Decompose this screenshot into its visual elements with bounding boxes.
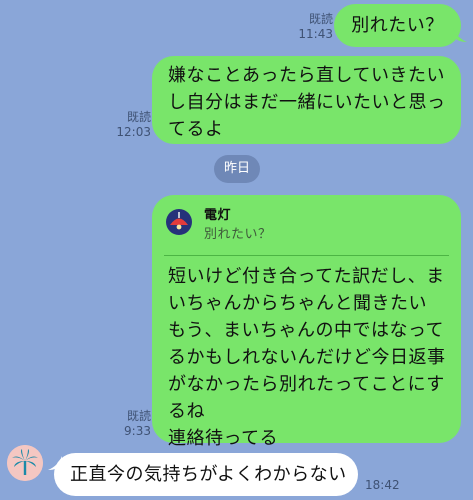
message-line: がなかったら別れたってことにす (168, 374, 445, 395)
message-text: 正直今の気持ちがよくわからない (70, 464, 347, 485)
timestamp: 11:43 (298, 27, 333, 41)
message-line: もう、まいちゃんの中ではなって (168, 320, 445, 341)
message-meta-1: 既読 11:43 (273, 12, 333, 42)
message-line: いちゃんからちゃんと聞きたい (168, 293, 427, 314)
message-bubble-1[interactable]: 別れたい？ (334, 4, 461, 47)
quote-text: 別れたい？ (204, 227, 272, 242)
message-bubble-2[interactable]: 嫌なことあったら直していきたい し自分はまだ一緒にいたいと思っ てるよ (152, 56, 461, 144)
message-line: 短いけど付き合ってた訳だし、ま (168, 266, 445, 287)
message-bubble-3[interactable]: 電灯 別れたい？ 短いけど付き合ってた訳だし、ま いちゃんからちゃんと聞きたい … (152, 195, 461, 449)
message-meta-3: 既読 9:33 (91, 409, 151, 439)
message-text: 別れたい？ (351, 15, 444, 36)
date-separator: 昨日 (214, 155, 260, 183)
message-line: し自分はまだ一緒にいたいと思っ (168, 92, 446, 113)
message-line: てるよ (168, 119, 224, 140)
lamp-avatar-icon (166, 209, 192, 235)
timestamp: 18:42 (365, 478, 400, 492)
read-receipt: 既読 (126, 110, 151, 124)
quoted-message[interactable]: 電灯 別れたい？ (164, 207, 449, 256)
read-receipt: 既読 (308, 12, 333, 26)
message-line: 連絡待ってる (168, 428, 279, 449)
message-bubble-4[interactable]: 正直今の気持ちがよくわからない (54, 453, 358, 496)
message-line: るかもしれないんだけど今日返事 (168, 347, 446, 368)
message-line: 嫌なことあったら直していきたい (168, 65, 445, 86)
timestamp: 12:03 (116, 125, 151, 139)
message-meta-2: 既読 12:03 (91, 110, 151, 140)
bubble-tail (453, 28, 467, 42)
read-receipt: 既読 (126, 409, 151, 423)
message-line: るね (168, 401, 205, 422)
quote-sender-name: 電灯 (204, 208, 232, 223)
message-body: 短いけど付き合ってた訳だし、ま いちゃんからちゃんと聞きたい もう、まいちゃんの… (168, 263, 446, 452)
timestamp: 9:33 (124, 424, 151, 438)
palm-tree-avatar-icon[interactable] (7, 445, 43, 481)
